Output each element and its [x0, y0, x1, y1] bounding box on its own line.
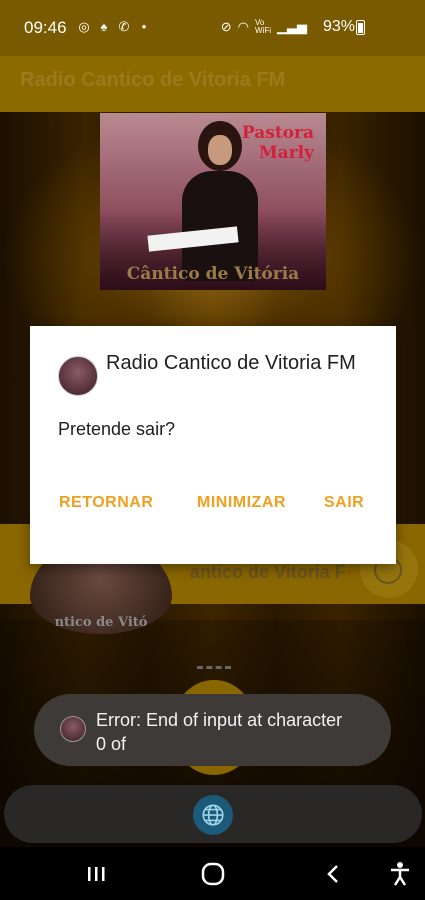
dot-icon: •	[141, 19, 147, 34]
system-nav-bar	[0, 848, 425, 900]
status-bar: 09:46 ◎ ♠ ✆ • ⊘ ◠ Vo WiFi ▁▃▅ 93%	[0, 0, 425, 56]
app-icon	[58, 356, 98, 396]
dialog-message: Pretende sair?	[58, 419, 176, 439]
retornar-button[interactable]: RETORNAR	[59, 494, 153, 512]
snapchat-icon: ♠	[100, 19, 108, 34]
dialog-actions: RETORNAR MINIMIZAR SAIR	[30, 494, 396, 518]
globe-icon[interactable]	[193, 795, 233, 835]
battery-icon	[356, 20, 365, 35]
minimizar-button[interactable]: MINIMIZAR	[197, 494, 286, 512]
instagram-icon: ◎	[78, 19, 90, 34]
volte-icon: Vo WiFi	[255, 18, 271, 35]
exit-dialog: Radio Cantico de Vitoria FM Pretende sai…	[30, 326, 396, 564]
signal-icon: ▁▃▅	[277, 19, 307, 34]
accessibility-icon[interactable]	[380, 858, 420, 890]
app-icon	[60, 716, 86, 742]
recent-apps-icon[interactable]	[76, 858, 116, 890]
now-playing-title: antico de Vitoria F	[190, 562, 346, 582]
battery-percent: 93%	[322, 18, 355, 35]
drag-handle[interactable]	[197, 666, 231, 670]
album-cover: Pastora Marly Cântico de Vitória	[100, 113, 326, 290]
notification-icons: ◎ ♠ ✆ •	[76, 19, 152, 35]
home-icon[interactable]	[193, 858, 233, 890]
artwork-caption: ntico de Vitó	[54, 615, 148, 630]
system-icons: ⊘ ◠ Vo WiFi ▁▃▅	[221, 19, 307, 35]
app-bar: Radio Cantico de Vitoria FM	[0, 56, 425, 112]
whatsapp-icon: ✆	[118, 19, 130, 34]
dialog-title: Radio Cantico de Vitoria FM	[106, 352, 356, 374]
back-icon[interactable]	[313, 858, 353, 890]
toast-message: Error: End of input at character 0 of	[96, 710, 343, 754]
status-time: 09:46	[24, 18, 67, 37]
wifi-icon: ◠	[237, 19, 249, 34]
cover-artist: Pastora Marly	[241, 123, 314, 163]
sair-button[interactable]: SAIR	[324, 494, 364, 512]
mute-icon: ⊘	[220, 19, 232, 34]
app-title: Radio Cantico de Vitoria FM	[20, 69, 286, 91]
cover-album-title: Cântico de Vitória	[126, 264, 300, 284]
error-toast: Error: End of input at character 0 of	[34, 694, 391, 766]
